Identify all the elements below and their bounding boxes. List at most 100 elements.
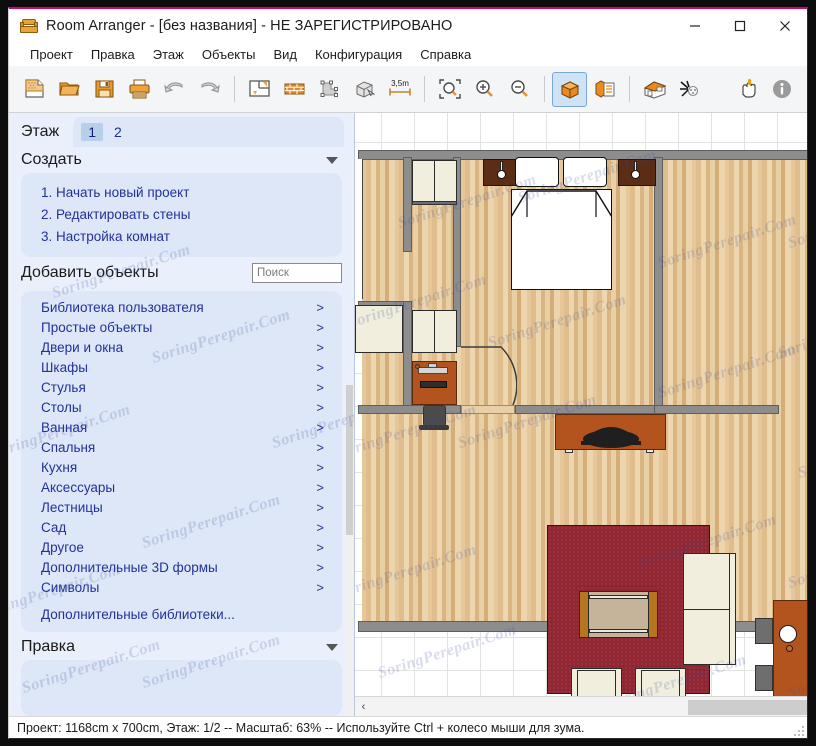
category-doors-windows[interactable]: Двери и окна >: [21, 337, 342, 357]
application-window: Room Arranger - [без названия] - НЕ ЗАРЕ…: [8, 7, 808, 739]
horizontal-scrollbar[interactable]: ‹ ›: [355, 696, 807, 716]
open-folder-icon[interactable]: [52, 72, 87, 107]
category-label: Простые объекты: [41, 320, 152, 335]
sofa-armrest: [729, 553, 736, 665]
category-symbols[interactable]: Символы >: [21, 577, 342, 597]
edit-section-header[interactable]: Правка: [9, 634, 354, 660]
create-link-new-project[interactable]: 1. Начать новый проект: [21, 181, 342, 203]
closet-left-upper[interactable]: [355, 305, 403, 353]
sidebar-scrollbar-thumb[interactable]: [346, 385, 353, 535]
horizontal-scroll-thumb[interactable]: [688, 700, 808, 715]
toolbar-separator: [424, 76, 425, 102]
category-cabinets[interactable]: Шкафы >: [21, 357, 342, 377]
object-list-icon[interactable]: [587, 72, 622, 107]
pan-hand-icon[interactable]: [729, 72, 764, 107]
floor-tab-1[interactable]: 1: [81, 123, 103, 141]
category-kitchen[interactable]: Кухня >: [21, 457, 342, 477]
wall-bedroom-bottom-2: [515, 405, 663, 414]
armchair-icon: [20, 19, 38, 33]
pillow-right: [563, 157, 607, 187]
resize-grip[interactable]: [792, 724, 804, 736]
new-project-icon[interactable]: [17, 72, 52, 107]
brick-wall-icon[interactable]: [277, 72, 312, 107]
redo-arrow-icon[interactable]: [192, 72, 227, 107]
polygon-shape-icon[interactable]: [312, 72, 347, 107]
create-link-room-setup[interactable]: 3. Настройка комнат: [21, 225, 342, 247]
closet-top-base: [412, 201, 457, 205]
close-button[interactable]: [762, 9, 807, 43]
menu-item-project[interactable]: Проект: [21, 45, 82, 64]
dining-chair-2[interactable]: [755, 665, 773, 691]
menu-item-edit[interactable]: Правка: [82, 45, 144, 64]
floor-tab-2[interactable]: 2: [107, 123, 129, 141]
office-chair-base: [419, 425, 449, 430]
scroll-left-arrow[interactable]: ‹: [355, 698, 372, 716]
status-text: Проект: 1168cm x 700cm, Этаж: 1/2 -- Мас…: [17, 721, 584, 735]
zoom-in-icon[interactable]: [467, 72, 502, 107]
measure-icon[interactable]: 3,5m: [382, 72, 417, 107]
status-bar: Проект: 1168cm x 700cm, Этаж: 1/2 -- Мас…: [9, 716, 807, 738]
maximize-button[interactable]: [717, 9, 762, 43]
menu-item-help[interactable]: Справка: [411, 45, 480, 64]
create-link-edit-walls[interactable]: 2. Редактировать стены: [21, 203, 342, 225]
zoom-fit-icon[interactable]: [432, 72, 467, 107]
undo-arrow-icon[interactable]: [157, 72, 192, 107]
category-label: Двери и окна: [41, 340, 123, 355]
lamp-left: [497, 170, 506, 179]
category-tables[interactable]: Столы >: [21, 397, 342, 417]
edit-section-title: Правка: [21, 638, 75, 656]
category-user-library[interactable]: Библиотека пользователя >: [21, 297, 342, 317]
horizontal-scroll-track[interactable]: [372, 699, 790, 715]
title-bar: Room Arranger - [без названия] - НЕ ЗАРЕ…: [9, 9, 807, 43]
search-input[interactable]: Поиск: [252, 263, 342, 283]
category-stairs[interactable]: Лестницы >: [21, 497, 342, 517]
menu-item-view[interactable]: Вид: [264, 45, 306, 64]
menu-item-objects[interactable]: Объекты: [193, 45, 265, 64]
lamp-right-stem: [634, 161, 637, 171]
keyboard: [420, 381, 447, 388]
floorplan-canvas[interactable]: SoringPerepair.Com SoringPerepair.Com So…: [355, 113, 807, 696]
armchair-right-seat: [641, 670, 680, 696]
caret-down-icon[interactable]: [326, 644, 338, 651]
room-plan-icon[interactable]: [242, 72, 277, 107]
category-extra-3d-shapes[interactable]: Дополнительные 3D формы >: [21, 557, 342, 577]
minimize-button[interactable]: [672, 9, 717, 43]
toolbar-separator: [234, 76, 235, 102]
wall-tileroom-bottom: [654, 405, 779, 414]
category-chairs[interactable]: Стулья >: [21, 377, 342, 397]
info-icon[interactable]: [764, 72, 799, 107]
menu-item-floor[interactable]: Этаж: [144, 45, 193, 64]
sidebar-scrollbar[interactable]: [345, 385, 354, 716]
category-bathroom[interactable]: Ванная >: [21, 417, 342, 437]
bed-blanket-fold: [511, 189, 612, 219]
office-chair[interactable]: [423, 405, 446, 427]
chevron-right-icon: >: [316, 340, 324, 355]
save-floppy-icon[interactable]: [87, 72, 122, 107]
chevron-right-icon: >: [316, 560, 324, 575]
house-3d-icon[interactable]: [637, 72, 672, 107]
3d-box-icon[interactable]: [347, 72, 382, 107]
category-other[interactable]: Другое >: [21, 537, 342, 557]
dining-chair-1[interactable]: [755, 618, 773, 644]
window-title: Room Arranger - [без названия] - НЕ ЗАРЕ…: [46, 18, 452, 34]
wall-office-v: [403, 301, 412, 414]
glass-2: [786, 645, 793, 652]
create-section-header[interactable]: Создать: [9, 147, 354, 173]
render-burst-icon[interactable]: [672, 72, 707, 107]
create-panel: 1. Начать новый проект 2. Редактировать …: [21, 173, 342, 257]
sidebar: Этаж 1 2 Создать 1. Начать новый проект …: [9, 113, 355, 716]
category-label: Ванная: [41, 420, 87, 435]
extra-libraries-link[interactable]: Дополнительные библиотеки...: [21, 597, 342, 622]
view-3d-icon[interactable]: [552, 72, 587, 107]
caret-down-icon[interactable]: [326, 157, 338, 164]
print-icon[interactable]: [122, 72, 157, 107]
category-accessories[interactable]: Аксессуары >: [21, 477, 342, 497]
category-label: Другое: [41, 540, 84, 555]
category-simple-objects[interactable]: Простые объекты >: [21, 317, 342, 337]
zoom-out-icon[interactable]: [502, 72, 537, 107]
coffee-table-leg-l: [579, 591, 589, 638]
category-bedroom[interactable]: Спальня >: [21, 437, 342, 457]
left-edge-shelves: [355, 159, 363, 299]
category-garden[interactable]: Сад >: [21, 517, 342, 537]
menu-item-config[interactable]: Конфигурация: [306, 45, 411, 64]
